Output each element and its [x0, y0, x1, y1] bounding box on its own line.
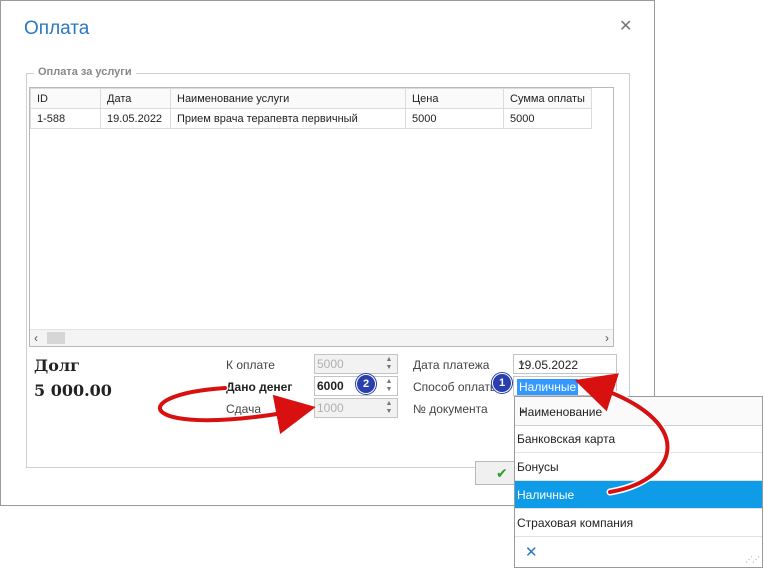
payment-method-label: Способ оплаты [413, 380, 499, 394]
document-number-label: № документа [413, 402, 488, 416]
clear-icon[interactable]: ✕ [525, 543, 538, 561]
column-header-id[interactable]: ID [30, 88, 101, 109]
column-header-date[interactable]: Дата [100, 88, 171, 109]
change-label: Сдача [226, 402, 262, 416]
scroll-left-icon[interactable]: ‹ [34, 331, 38, 345]
ok-button[interactable]: ✔ [475, 461, 515, 485]
dropdown-footer: ✕ ⋰⋰ [515, 537, 762, 567]
step-badge-2: 2 [356, 374, 376, 394]
cell-date: 19.05.2022 [100, 108, 171, 129]
to-pay-field: ▲▼ [314, 354, 398, 374]
spinner-icon: ▲ ▼ [385, 400, 393, 415]
payment-method-value[interactable]: Наличные [517, 379, 579, 395]
column-header-price[interactable]: Цена [405, 88, 504, 109]
scroll-right-icon[interactable]: › [605, 331, 609, 345]
dropdown-item-label: Наличные [517, 488, 575, 502]
sort-ascending-icon: ▲ [519, 406, 527, 415]
given-money-label: Дано денег [226, 380, 293, 394]
services-table: ID Дата Наименование услуги Цена Сумма о… [29, 87, 614, 347]
cell-price: 5000 [405, 108, 504, 129]
debt-amount: 5 000.00 [34, 381, 112, 400]
group-label: Оплата за услуги [34, 66, 136, 78]
dropdown-header[interactable]: Наименование ▲ [515, 397, 762, 426]
spinner-icon: ▲ ▼ [385, 356, 393, 371]
dropdown-item-cash[interactable]: Наличные [515, 481, 762, 509]
step-badge-1: 1 [492, 373, 512, 393]
change-field: ▲▼ [314, 398, 398, 418]
column-header-service[interactable]: Наименование услуги [170, 88, 406, 109]
check-icon: ✔ [496, 465, 508, 481]
horizontal-scrollbar[interactable]: ‹ › [30, 329, 613, 346]
dropdown-item-label: Банковская карта [517, 432, 616, 446]
dropdown-item-bonuses[interactable]: Бонусы [515, 453, 762, 481]
to-pay-input [317, 356, 377, 372]
change-input [317, 400, 377, 416]
resize-grip-icon[interactable]: ⋰⋰ [745, 555, 760, 564]
dropdown-item-label: Страховая компания [517, 516, 634, 530]
dropdown-item-bank-card[interactable]: Банковская карта [515, 425, 762, 453]
cell-id: 1-588 [30, 108, 101, 129]
payment-method-dropdown: Наименование ▲ Банковская карта Бонусы Н… [514, 396, 763, 568]
payment-method-select[interactable]: Наличные [513, 376, 617, 396]
dropdown-item-insurance[interactable]: Страховая компания [515, 509, 762, 537]
table-row[interactable]: 1-588 19.05.2022 Прием врача терапевта п… [30, 108, 592, 129]
dialog-title: Оплата [24, 18, 90, 39]
close-icon[interactable]: ✕ [619, 19, 632, 35]
chevron-down-icon[interactable]: ▼ [518, 360, 608, 369]
to-pay-label: К оплате [226, 358, 275, 372]
table-header-row: ID Дата Наименование услуги Цена Сумма о… [30, 88, 592, 109]
debt-label: Долг [34, 356, 80, 375]
column-header-paid[interactable]: Сумма оплаты [503, 88, 592, 109]
dropdown-item-label: Бонусы [517, 460, 559, 474]
cell-paid: 5000 [503, 108, 592, 129]
scroll-thumb[interactable] [47, 332, 65, 344]
spinner-icon[interactable]: ▲ ▼ [384, 378, 394, 394]
cell-service: Прием врача терапевта первичный [170, 108, 406, 129]
payment-date-label: Дата платежа [413, 358, 490, 372]
payment-date-picker[interactable]: 19.05.2022 ▼ [513, 354, 617, 374]
